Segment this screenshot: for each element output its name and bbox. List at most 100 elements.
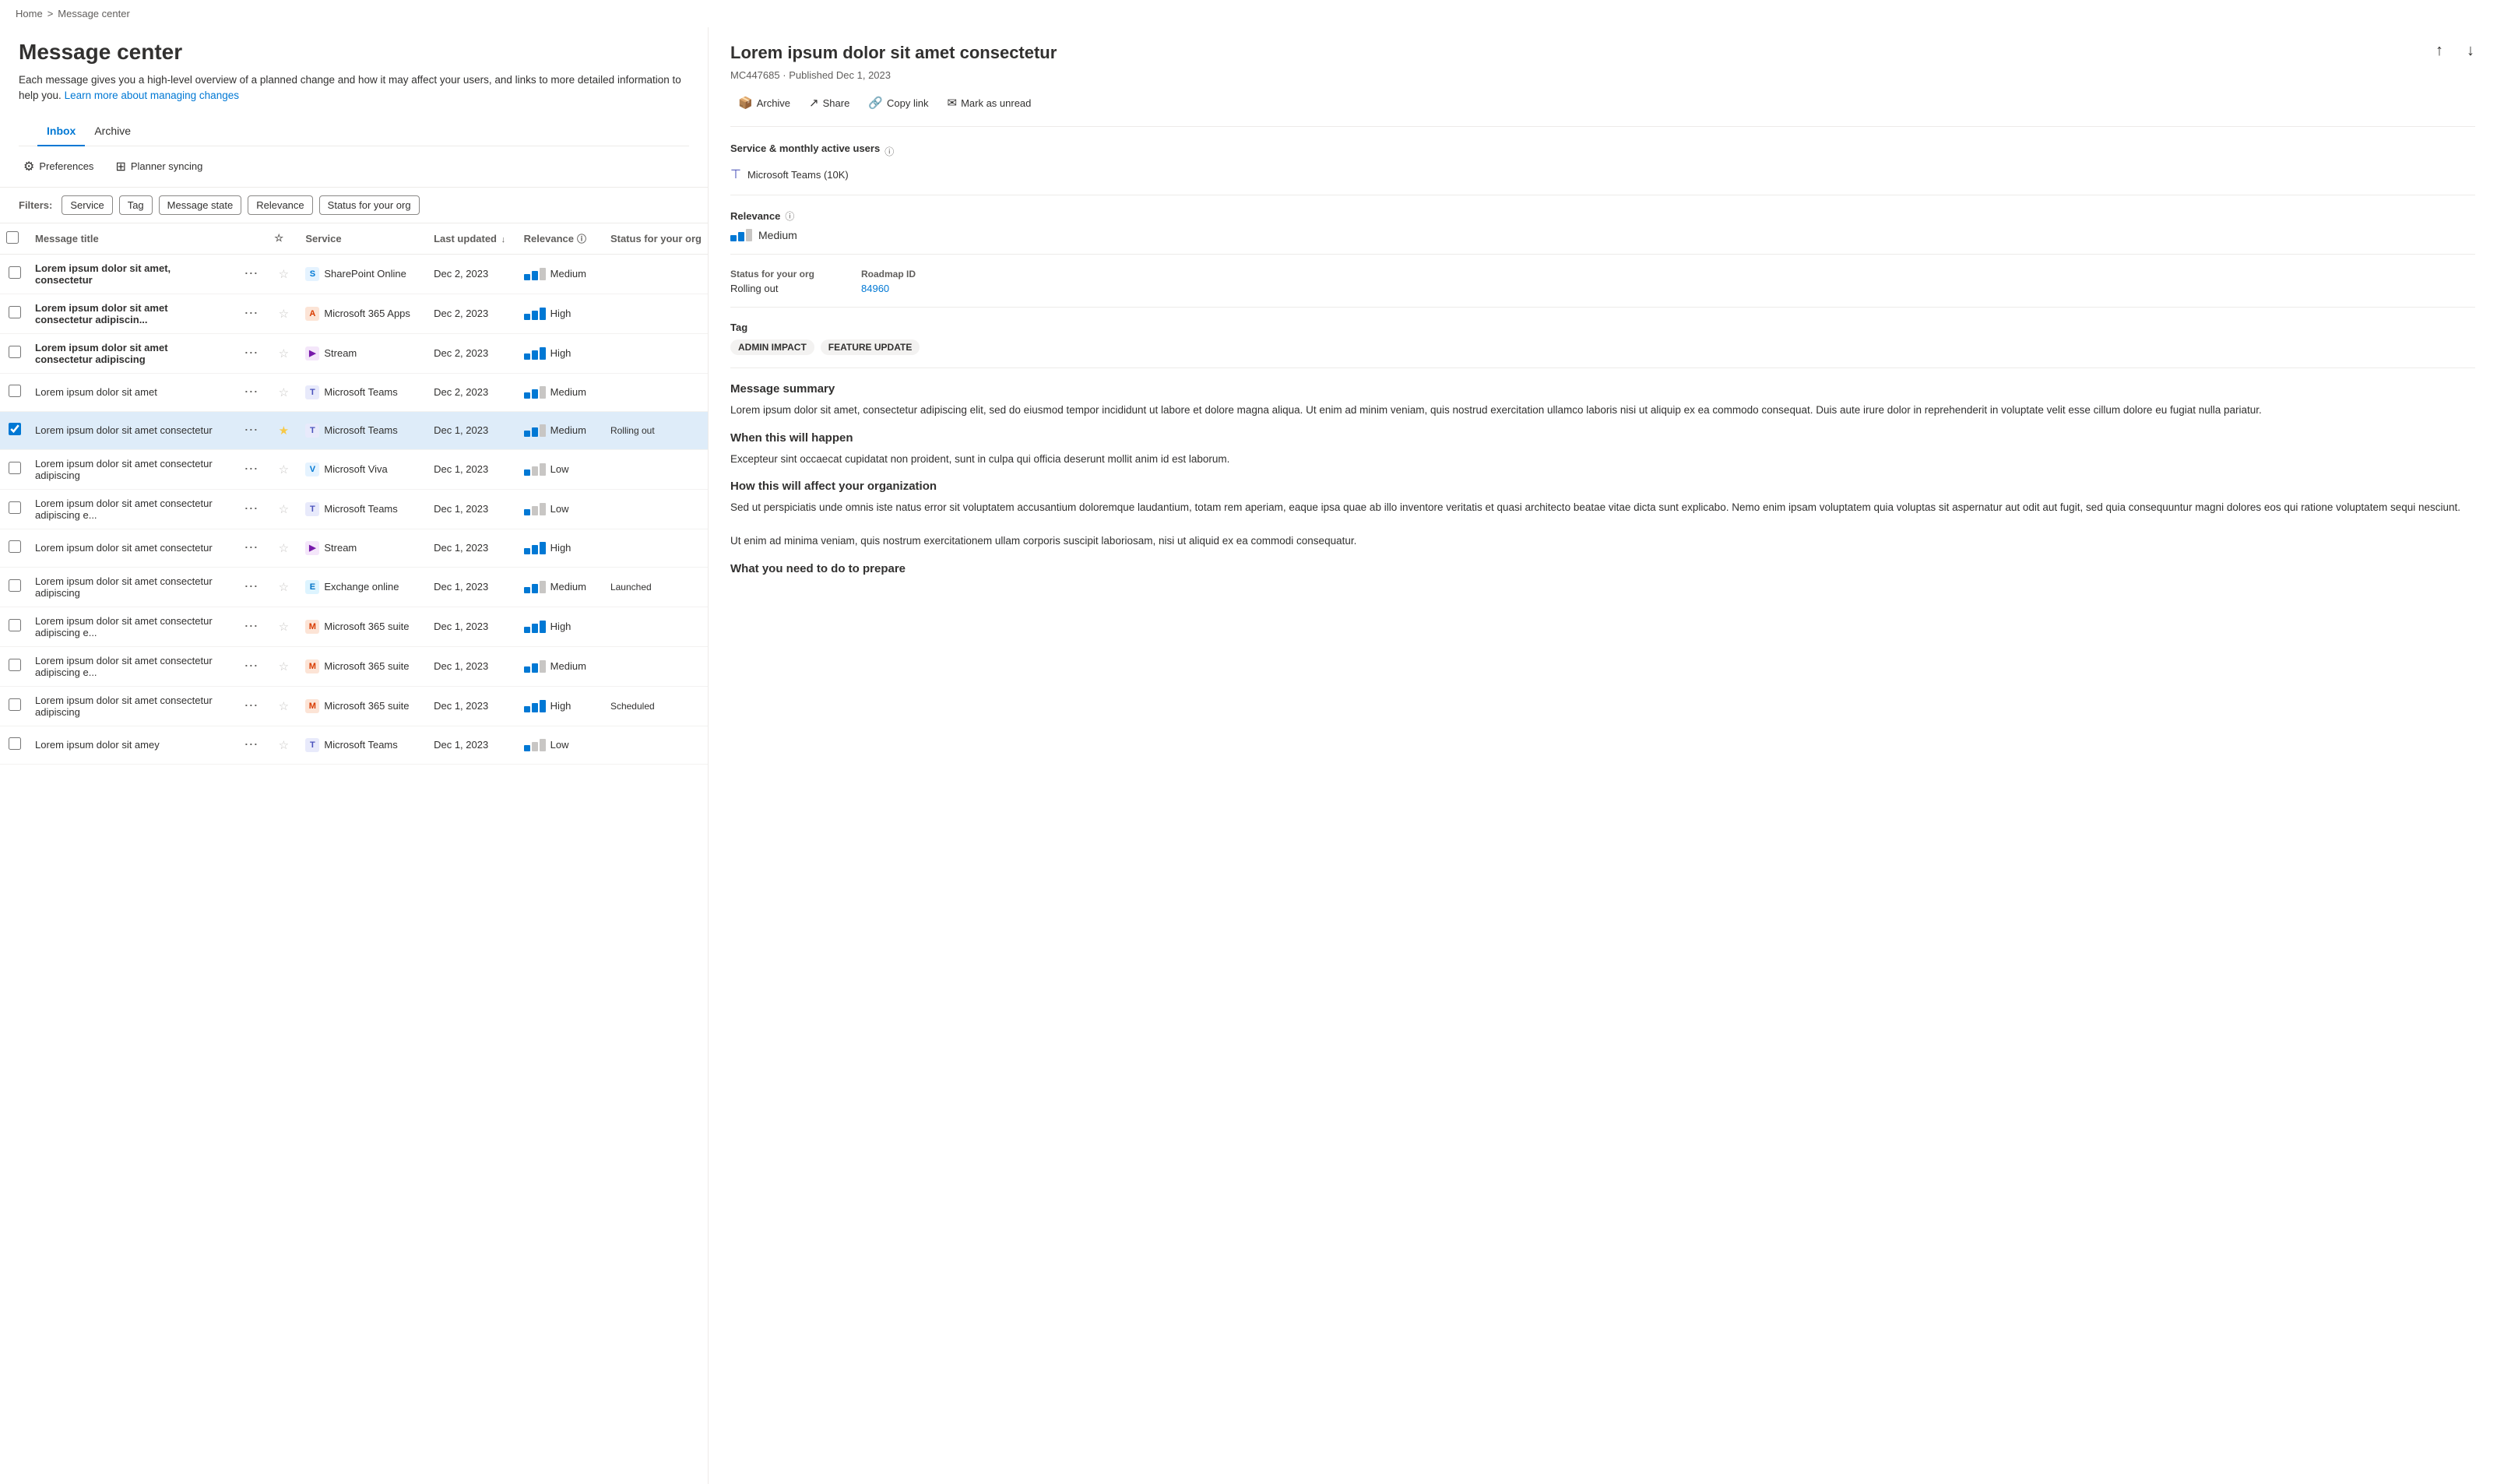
row-title: Lorem ipsum dolor sit amey — [35, 739, 160, 751]
row-fav-star[interactable]: ☆ — [274, 736, 293, 754]
relevance-bars — [730, 229, 752, 241]
table-row[interactable]: Lorem ipsum dolor sit amet consectetur a… — [0, 449, 708, 489]
table-row[interactable]: Lorem ipsum dolor sit amet ⋯ ☆ T Microso… — [0, 373, 708, 411]
rel-bar — [532, 624, 538, 633]
col-updated-header[interactable]: Last updated ↓ — [427, 223, 518, 255]
row-dots-menu[interactable]: ⋯ — [240, 382, 262, 403]
row-fav-star[interactable]: ☆ — [274, 460, 293, 479]
table-row[interactable]: Lorem ipsum dolor sit amet consectetur a… — [0, 333, 708, 373]
row-date: Dec 1, 2023 — [434, 503, 488, 515]
row-dots-menu[interactable]: ⋯ — [240, 734, 262, 756]
table-row[interactable]: Lorem ipsum dolor sit amet consectetur a… — [0, 489, 708, 529]
rel-bar — [540, 700, 546, 712]
row-checkbox[interactable] — [9, 346, 21, 358]
row-dots-menu[interactable]: ⋯ — [240, 616, 262, 638]
filter-service[interactable]: Service — [62, 195, 112, 215]
row-updated-cell: Dec 2, 2023 — [427, 254, 518, 294]
table-row[interactable]: Lorem ipsum dolor sit amet consectetur a… — [0, 686, 708, 726]
row-checkbox[interactable] — [9, 306, 21, 318]
table-row[interactable]: Lorem ipsum dolor sit amey ⋯ ☆ T Microso… — [0, 726, 708, 764]
table-row[interactable]: Lorem ipsum dolor sit amet, consectetur … — [0, 254, 708, 294]
nav-down-button[interactable]: ↓ — [2460, 40, 2481, 62]
row-fav-star[interactable]: ☆ — [274, 500, 293, 519]
service-name: SharePoint Online — [324, 268, 406, 280]
relevance-info-icon[interactable]: ⓘ — [577, 232, 586, 245]
learn-more-link[interactable]: Learn more about managing changes — [65, 90, 239, 101]
detail-copy-link-button[interactable]: 🔗 Copy link — [860, 92, 936, 114]
row-dots-menu[interactable]: ⋯ — [240, 303, 262, 325]
row-checkbox[interactable] — [9, 462, 21, 474]
row-dots-menu[interactable]: ⋯ — [240, 537, 262, 559]
tab-archive[interactable]: Archive — [85, 117, 140, 146]
row-check-cell — [0, 254, 29, 294]
detail-share-button[interactable]: ↗ Share — [801, 92, 857, 114]
row-dots-menu[interactable]: ⋯ — [240, 420, 262, 441]
row-checkbox[interactable] — [9, 579, 21, 592]
nav-up-button[interactable]: ↑ — [2428, 40, 2450, 62]
row-fav-star[interactable]: ★ — [274, 421, 293, 440]
table-row[interactable]: Lorem ipsum dolor sit amet consectetur ⋯… — [0, 411, 708, 449]
filter-message-state[interactable]: Message state — [159, 195, 242, 215]
row-dots-menu[interactable]: ⋯ — [240, 695, 262, 717]
row-fav-star[interactable]: ☆ — [274, 697, 293, 716]
filter-relevance[interactable]: Relevance — [248, 195, 312, 215]
row-dots-menu[interactable]: ⋯ — [240, 343, 262, 364]
detail-mark-unread-button[interactable]: ✉ Mark as unread — [939, 92, 1039, 114]
status-org-col: Status for your org Rolling out — [730, 269, 814, 294]
row-status-cell: Scheduled — [604, 686, 708, 726]
detail-archive-button[interactable]: 📦 Archive — [730, 92, 798, 114]
row-relevance-cell: High — [518, 333, 604, 373]
table-row[interactable]: Lorem ipsum dolor sit amet consectetur ⋯… — [0, 529, 708, 567]
relevance-detail-info-icon[interactable]: ⓘ — [785, 209, 794, 223]
planner-icon: ⊞ — [115, 159, 125, 174]
row-checkbox[interactable] — [9, 659, 21, 671]
planner-syncing-button[interactable]: ⊞ Planner syncing — [111, 156, 207, 178]
row-checkbox[interactable] — [9, 619, 21, 631]
row-fav-star[interactable]: ☆ — [274, 383, 293, 402]
relevance-label: Medium — [550, 268, 586, 280]
table-row[interactable]: Lorem ipsum dolor sit amet consectetur a… — [0, 646, 708, 686]
roadmap-id-link[interactable]: 84960 — [861, 283, 889, 294]
row-dots-menu[interactable]: ⋯ — [240, 498, 262, 520]
row-checkbox[interactable] — [9, 540, 21, 553]
row-checkbox[interactable] — [9, 737, 21, 750]
service-name: Microsoft Teams — [324, 503, 397, 515]
relevance-cell: High — [524, 308, 598, 320]
row-dots-menu[interactable]: ⋯ — [240, 656, 262, 677]
row-checkbox[interactable] — [9, 266, 21, 279]
row-fav-star[interactable]: ☆ — [274, 265, 293, 283]
table-row[interactable]: Lorem ipsum dolor sit amet consectetur a… — [0, 294, 708, 333]
row-title: Lorem ipsum dolor sit amet consectetur a… — [35, 575, 213, 599]
row-title-cell: Lorem ipsum dolor sit amet, consectetur — [29, 254, 234, 294]
row-fav-star[interactable]: ☆ — [274, 657, 293, 676]
breadcrumb-home[interactable]: Home — [16, 8, 43, 19]
row-checkbox[interactable] — [9, 385, 21, 397]
row-relevance-cell: Medium — [518, 567, 604, 607]
tab-bar: Inbox Archive — [19, 117, 689, 146]
row-checkbox[interactable] — [9, 423, 21, 435]
service-cell: A Microsoft 365 Apps — [305, 307, 421, 321]
table-row[interactable]: Lorem ipsum dolor sit amet consectetur a… — [0, 567, 708, 607]
row-fav-star[interactable]: ☆ — [274, 304, 293, 323]
preferences-button[interactable]: ⚙ Preferences — [19, 156, 98, 178]
row-title: Lorem ipsum dolor sit amet — [35, 386, 157, 398]
row-fav-star[interactable]: ☆ — [274, 344, 293, 363]
row-dots-menu[interactable]: ⋯ — [240, 263, 262, 285]
tab-inbox[interactable]: Inbox — [37, 117, 85, 146]
row-fav-star[interactable]: ☆ — [274, 539, 293, 557]
row-dots-menu[interactable]: ⋯ — [240, 459, 262, 480]
service-monthly-info-icon[interactable]: ⓘ — [885, 145, 894, 158]
filter-tag[interactable]: Tag — [119, 195, 153, 215]
row-fav-cell: ☆ — [268, 607, 299, 646]
row-date: Dec 2, 2023 — [434, 386, 488, 398]
row-fav-star[interactable]: ☆ — [274, 578, 293, 596]
row-dots-menu[interactable]: ⋯ — [240, 576, 262, 598]
row-checkbox[interactable] — [9, 501, 21, 514]
row-service-cell: M Microsoft 365 suite — [299, 646, 427, 686]
row-checkbox[interactable] — [9, 698, 21, 711]
filter-status-org[interactable]: Status for your org — [319, 195, 420, 215]
table-row[interactable]: Lorem ipsum dolor sit amet consectetur a… — [0, 607, 708, 646]
filters-row: Filters: Service Tag Message state Relev… — [0, 188, 708, 223]
select-all-checkbox[interactable] — [6, 231, 19, 244]
row-fav-star[interactable]: ☆ — [274, 617, 293, 636]
